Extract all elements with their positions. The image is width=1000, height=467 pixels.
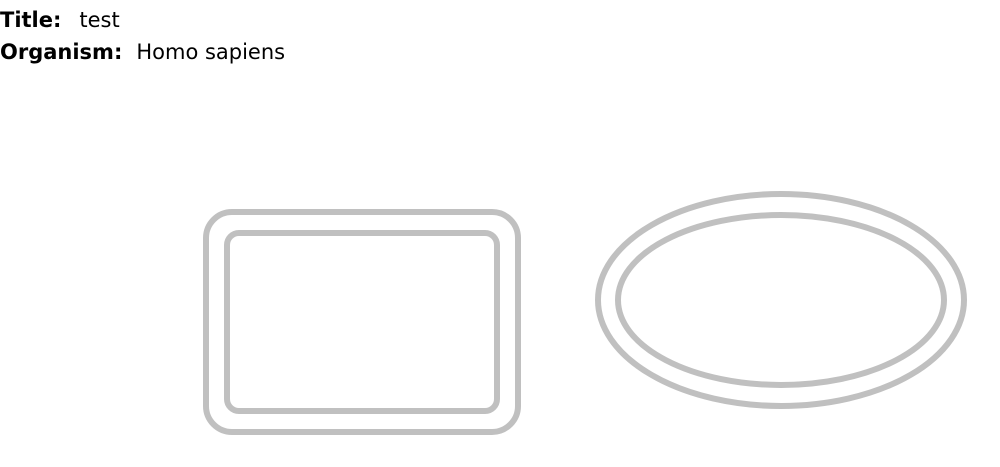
ellipse-outer-border bbox=[595, 191, 967, 409]
rounded-rectangle-outer-border bbox=[203, 209, 521, 435]
rounded-rectangle-node[interactable] bbox=[203, 209, 521, 435]
ellipse-node[interactable] bbox=[595, 191, 967, 409]
pathway-diagram bbox=[203, 191, 967, 435]
ellipse-inner-border bbox=[615, 212, 947, 388]
rounded-rectangle-inner-border bbox=[224, 230, 500, 414]
